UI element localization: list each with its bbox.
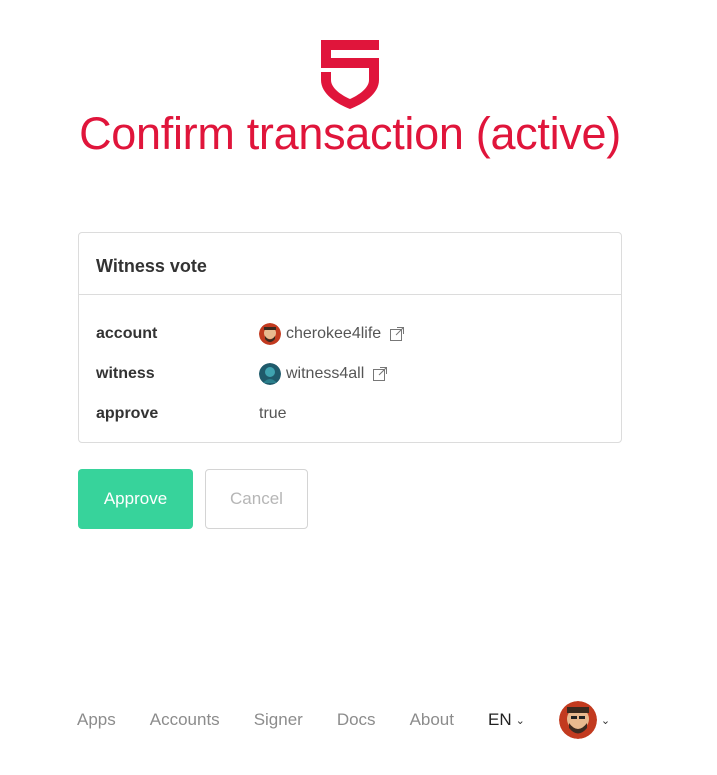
external-link-icon[interactable] xyxy=(372,366,388,382)
user-avatar xyxy=(259,363,281,385)
field-label: approve xyxy=(96,405,159,422)
cancel-button[interactable]: Cancel xyxy=(205,469,308,529)
transaction-card: Witness vote account cherokee4life witne… xyxy=(78,232,622,443)
field-value: true xyxy=(259,405,287,422)
user-avatar xyxy=(558,701,597,739)
footer-link-about[interactable]: About xyxy=(410,710,454,730)
app-logo xyxy=(317,36,383,110)
external-link-icon[interactable] xyxy=(389,326,405,342)
page-title: Confirm transaction (active) xyxy=(79,108,621,159)
user-menu[interactable]: ⌄ xyxy=(558,701,611,739)
footer-link-apps[interactable]: Apps xyxy=(77,710,116,730)
language-label: EN xyxy=(488,710,512,729)
approve-button[interactable]: Approve xyxy=(78,469,193,529)
footer-link-signer[interactable]: Signer xyxy=(254,710,303,730)
chevron-down-icon: ⌄ xyxy=(600,714,611,727)
account-link[interactable]: cherokee4life xyxy=(286,325,381,343)
language-selector[interactable]: EN ⌄ xyxy=(488,710,525,730)
footer-link-accounts[interactable]: Accounts xyxy=(150,710,220,730)
witness-row: witness witness4all xyxy=(79,354,621,394)
field-label: witness xyxy=(96,365,155,382)
operation-title: Witness vote xyxy=(79,233,621,295)
account-row: account cherokee4life xyxy=(79,314,621,354)
user-avatar xyxy=(259,323,281,345)
chevron-down-icon: ⌄ xyxy=(515,714,525,727)
witness-link[interactable]: witness4all xyxy=(286,365,364,383)
approve-row: approve true xyxy=(79,394,621,434)
footer-nav: Apps Accounts Signer Docs About EN ⌄ ⌄ xyxy=(77,700,610,740)
field-label: account xyxy=(96,325,158,342)
footer-link-docs[interactable]: Docs xyxy=(337,710,376,730)
